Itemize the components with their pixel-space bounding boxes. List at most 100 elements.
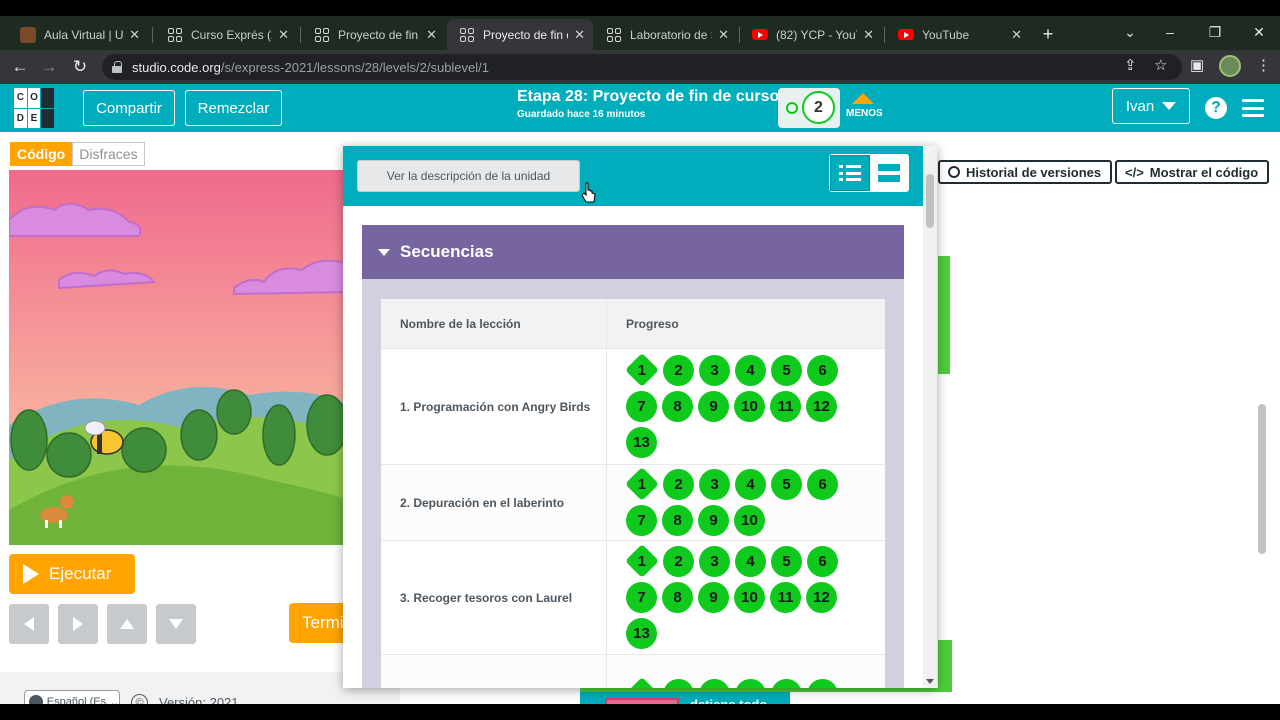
show-code-button[interactable]: </> Mostrar el código [1115,160,1269,184]
level-progress[interactable]: 2 [778,88,840,128]
level-bubble[interactable]: 8 [662,505,693,536]
level-bubble[interactable]: 6 [807,355,838,386]
language-select[interactable]: Español (España) ⌄ [24,690,120,704]
level-bubble[interactable]: 2 [663,469,694,500]
level-bubble[interactable]: 12 [806,582,837,613]
left-arrow-button[interactable] [9,604,49,644]
level-bubble[interactable]: 6 [807,469,838,500]
help-icon[interactable]: ? [1205,97,1227,119]
workspace-scrollbar[interactable] [1258,404,1266,554]
close-icon[interactable]: ✕ [718,27,729,43]
level-bubble[interactable]: 9 [698,391,729,422]
run-button[interactable]: Ejecutar [9,554,135,594]
window-close-icon[interactable]: ✕ [1249,24,1269,41]
level-bubble[interactable]: 7 [626,582,657,613]
level-dot[interactable] [786,102,798,114]
restore-icon[interactable]: ❐ [1205,24,1225,41]
level-bubble[interactable]: 1 [625,467,659,501]
close-icon[interactable]: ✕ [1011,27,1022,43]
level-bubble[interactable]: 5 [771,679,802,688]
level-bubble[interactable]: 3 [699,355,730,386]
level-bubble[interactable]: 7 [626,505,657,536]
lesson-name[interactable]: 1. Programación con Angry Birds [381,349,607,464]
level-bubble[interactable]: 2 [663,679,694,688]
tab-search-icon[interactable]: ⌄ [1120,24,1140,41]
back-icon[interactable]: ← [9,57,31,77]
browser-tab[interactable]: Aula Virtual | UNSA ✕ [8,19,148,50]
level-bubble[interactable]: 1 [625,353,659,387]
level-bubble[interactable]: 2 [663,355,694,386]
finish-button[interactable]: Terminar [289,603,349,643]
profile-avatar[interactable] [1219,55,1241,77]
level-bubble[interactable]: 6 [807,546,838,577]
lesson-name[interactable] [381,655,607,688]
collapse-arrow-icon[interactable] [852,93,874,104]
tab-code[interactable]: Código [10,142,73,166]
level-bubble[interactable]: 4 [735,679,766,688]
level-bubble[interactable]: 12 [806,391,837,422]
level-bubble[interactable]: 6 [807,679,838,688]
lesson-name[interactable]: 2. Depuración en el laberinto [381,465,607,540]
browser-tab[interactable]: (82) YCP - YouTube ✕ [740,19,882,50]
sequences-header[interactable]: Secuencias [362,225,904,279]
less-toggle[interactable]: MENOS [846,108,883,119]
level-bubble[interactable]: 5 [771,469,802,500]
minimize-icon[interactable]: – [1160,24,1180,40]
level-bubble[interactable]: 11 [770,582,801,613]
copyright-icon[interactable]: © [131,694,148,704]
level-bubble[interactable]: 11 [770,391,801,422]
down-arrow-button[interactable] [156,604,196,644]
level-bubble[interactable]: 7 [626,391,657,422]
list-view-button[interactable] [830,155,870,191]
level-bubble[interactable]: 1 [625,544,659,578]
level-bubble[interactable]: 3 [699,546,730,577]
scrollbar-thumb[interactable] [926,174,934,228]
level-bubble[interactable]: 10 [734,505,765,536]
right-arrow-button[interactable] [58,604,98,644]
new-tab-icon[interactable]: + [1038,24,1058,44]
code-block[interactable] [938,256,950,374]
level-bubble[interactable]: 5 [771,355,802,386]
code-block[interactable] [938,640,952,692]
level-bubble[interactable]: 10 [734,582,765,613]
level-bubble[interactable]: 3 [699,469,730,500]
forward-icon[interactable]: → [38,57,60,77]
event-block[interactable] [605,698,679,704]
tab-costumes[interactable]: Disfraces [72,142,145,166]
up-arrow-button[interactable] [107,604,147,644]
level-bubble[interactable]: 2 [663,546,694,577]
level-bubble[interactable]: 13 [626,618,657,649]
side-panel-icon[interactable]: ▣ [1190,56,1204,74]
level-bubble[interactable]: 8 [662,391,693,422]
summary-view-button[interactable] [870,155,908,191]
view-unit-description-button[interactable]: Ver la descripción de la unidad [357,160,580,192]
browser-tab[interactable]: YouTube ✕ [886,19,1030,50]
level-bubble[interactable]: 4 [735,469,766,500]
address-bar[interactable]: studio.code.org/s/express-2021/lessons/2… [102,54,1182,80]
version-history-button[interactable]: Historial de versiones [938,160,1112,184]
close-icon[interactable]: ✕ [863,27,874,43]
browser-tab[interactable]: Laboratorio de Sprites ✕ [594,19,737,50]
browser-tab-active[interactable]: Proyecto de fin de curso ✕ [447,19,593,50]
level-bubble[interactable]: 9 [698,582,729,613]
close-icon[interactable]: ✕ [426,27,437,43]
browser-tab[interactable]: Proyecto de fin de curso ✕ [302,19,445,50]
stage-title[interactable]: Etapa 28: Proyecto de fin de curso [517,88,779,106]
close-icon[interactable]: ✕ [278,27,289,43]
level-bubble[interactable]: 10 [734,391,765,422]
level-bubble[interactable]: 4 [735,546,766,577]
remix-button[interactable]: Remezclar [185,90,282,126]
level-bubble[interactable]: 13 [626,427,657,458]
level-bubble[interactable]: 3 [699,679,730,688]
hamburger-menu-icon[interactable] [1242,99,1264,117]
share-page-icon[interactable]: ⇪ [1124,56,1137,74]
panel-scrollbar[interactable] [923,146,937,688]
level-bubble[interactable]: 4 [735,355,766,386]
reload-icon[interactable]: ↻ [69,57,91,77]
level-bubble[interactable]: 8 [662,582,693,613]
lesson-name[interactable]: 3. Recoger tesoros con Laurel [381,541,607,654]
share-button[interactable]: Compartir [83,90,175,126]
user-menu-button[interactable]: Ivan [1112,88,1190,124]
scroll-down-icon[interactable] [926,679,934,684]
close-icon[interactable]: ✕ [574,27,585,43]
